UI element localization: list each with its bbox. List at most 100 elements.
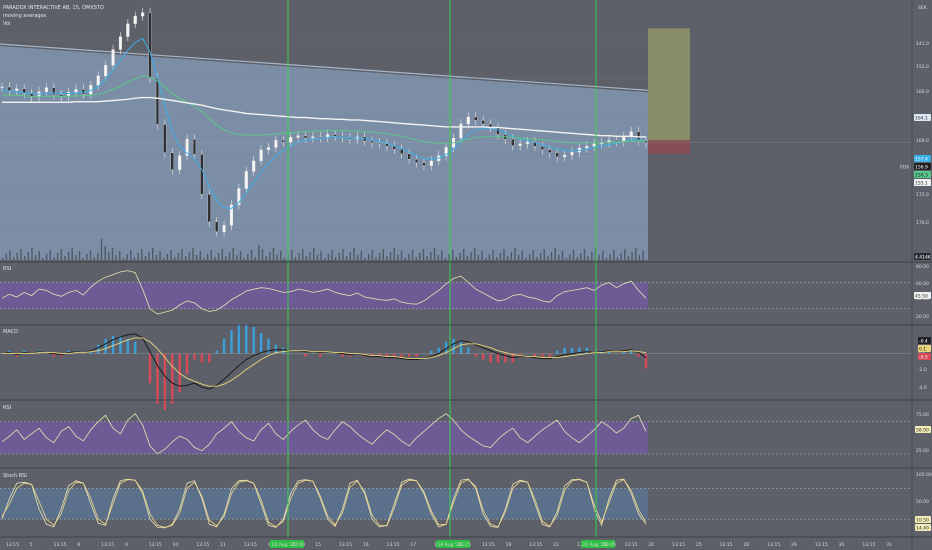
volume-bar: [430, 252, 432, 260]
price-tag-text: 157.4: [915, 157, 928, 163]
candle-body: [252, 160, 256, 172]
trading-chart[interactable]: PARADOX INTERACTIVE AB, 15, OMXSTO movin…: [0, 0, 932, 550]
price-axis-tick: 141.0: [916, 41, 929, 47]
price-axis-tick: 176.0: [916, 220, 929, 226]
volume-bar: [528, 254, 531, 260]
time-axis-tick: 13:15: [529, 542, 542, 548]
macd-histogram-bar: [563, 347, 566, 354]
time-axis-tick: 13:15: [387, 542, 400, 548]
volume-bar: [53, 257, 55, 260]
candle-body: [629, 131, 633, 137]
volume-bar: [93, 257, 95, 260]
indicator-moving-averages[interactable]: moving averages: [3, 13, 47, 19]
candle-body: [104, 65, 108, 77]
candle-body: [407, 153, 411, 160]
time-axis-tick: 22: [553, 542, 559, 548]
volume-bar: [56, 253, 59, 260]
macd-histogram-bar: [496, 353, 500, 363]
volume-bar: [2, 258, 4, 260]
volume-bar: [181, 249, 183, 260]
macd-histogram-bar: [393, 353, 396, 357]
volume-bar: [642, 251, 644, 260]
volume-bar: [587, 256, 589, 260]
stoch-value-text: 10.50: [916, 518, 929, 524]
volume-bar: [298, 253, 300, 260]
candle-body: [207, 194, 211, 223]
time-axis-tick: 24: [648, 542, 654, 548]
volume-bar: [214, 257, 216, 260]
volume-bar: [345, 256, 348, 260]
volume-bar: [481, 251, 483, 260]
candle-body: [244, 171, 248, 189]
candle-body: [67, 92, 71, 97]
price-tag-text: 164.1: [915, 116, 928, 122]
volume-bar: [550, 252, 553, 260]
volume-bar: [225, 256, 227, 260]
osc-axis-tick: 20.00: [916, 314, 929, 320]
time-axis-tick: 16: [363, 542, 369, 548]
candle-body: [222, 225, 226, 233]
candle-body: [141, 12, 145, 17]
volume-bar: [170, 250, 172, 260]
candle-body: [96, 75, 100, 86]
osc-axis-tick: 60.00: [916, 281, 929, 287]
time-axis-tick: 13:15: [815, 542, 828, 548]
volume-bar: [192, 248, 194, 260]
candle-body: [311, 136, 315, 139]
volume-bar: [375, 257, 377, 260]
volume-bar: [133, 257, 136, 260]
macd-histogram-bar: [134, 341, 137, 354]
volume-bar: [616, 257, 619, 260]
price-tag-text: 155.1: [915, 181, 928, 187]
macd-value-text: -0.4: [919, 339, 928, 345]
time-axis-tick: 13:15: [672, 542, 685, 548]
macd-value-tag: -0.4: [918, 337, 931, 345]
volume-bar: [386, 256, 388, 260]
candle-body: [563, 154, 567, 157]
volume-bar: [437, 255, 439, 260]
volume-bar: [320, 251, 322, 260]
time-axis-tick: 25: [696, 542, 702, 548]
macd-histogram-bar: [489, 353, 492, 363]
currency-label: SEK: [918, 5, 928, 11]
price-tag-current: 156.9: [914, 163, 931, 171]
macd-histogram-bar: [193, 353, 196, 360]
price-tag-text: 156.3: [915, 173, 928, 179]
volume-bar: [331, 250, 333, 260]
macd-histogram-bar: [548, 353, 551, 357]
volume-bar: [463, 249, 465, 260]
macd-histogram-bar: [474, 353, 477, 357]
volume-bar: [148, 252, 150, 260]
volume-bar: [16, 253, 19, 260]
volume-bar: [638, 255, 641, 260]
price-tag-target: 164.1: [914, 114, 931, 122]
price-tag-ma: 157.4: [914, 155, 931, 163]
volume-bar: [349, 252, 352, 260]
candle-body: [133, 15, 137, 24]
volume-bar: [433, 248, 436, 260]
volume-bar: [23, 256, 26, 260]
candle-body: [44, 87, 48, 92]
volume-bar: [371, 250, 373, 260]
indicator-volume[interactable]: Vol: [3, 21, 10, 27]
cursor-time-tag: 12 Aug '2117:00: [270, 540, 305, 548]
candle-body: [259, 149, 263, 162]
macd-histogram-bar: [459, 341, 463, 354]
macd-histogram-bar: [252, 327, 255, 354]
volume-bar: [485, 258, 487, 260]
candle-body: [126, 23, 130, 37]
macd-value-tag: -0.5: [918, 353, 931, 361]
candle-body: [170, 152, 174, 170]
volume-bar: [254, 257, 256, 260]
oscillator-band: [0, 282, 648, 309]
volume-bar: [71, 248, 73, 260]
candle-body: [333, 134, 337, 137]
macd-histogram-bar: [452, 338, 455, 354]
volume-bar: [547, 256, 549, 260]
volume-bar: [631, 252, 633, 260]
volume-bar: [455, 257, 458, 260]
risk-zone: [648, 140, 690, 154]
candle-body: [474, 116, 478, 121]
macd-histogram-bar: [585, 347, 588, 354]
candle-body: [466, 116, 470, 125]
